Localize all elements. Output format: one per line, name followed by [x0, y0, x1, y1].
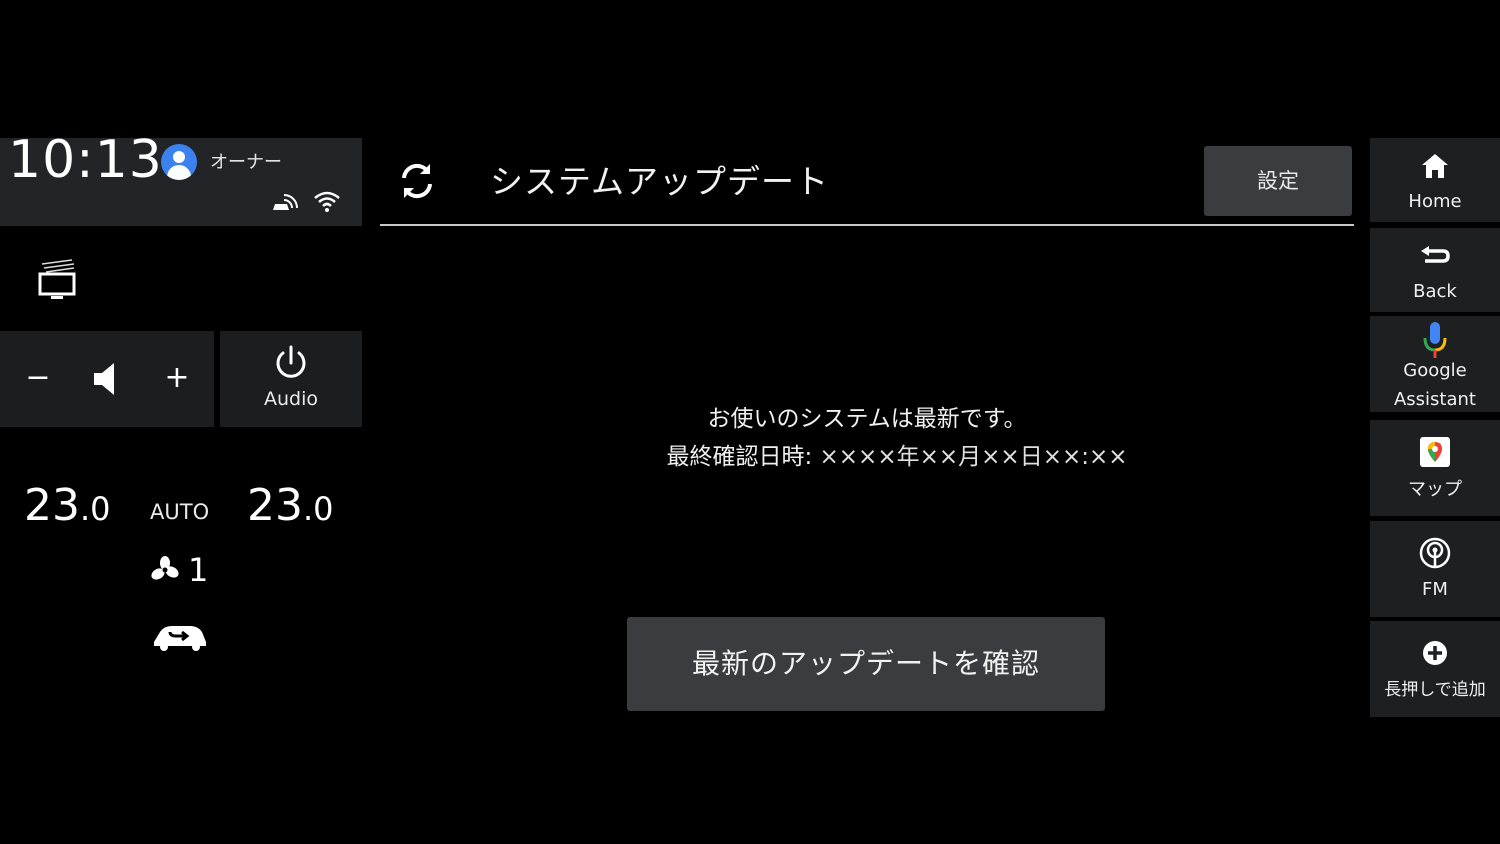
volume-down-button[interactable]: − — [18, 358, 58, 398]
car-connection-icon — [273, 194, 298, 210]
climate-mode[interactable]: AUTO — [150, 500, 209, 524]
audio-label: Audio — [263, 388, 318, 410]
passenger-temp-dec: .0 — [303, 490, 334, 528]
speaker-icon — [94, 363, 114, 395]
passenger-temp-int: 23 — [247, 480, 303, 531]
wifi-icon — [314, 191, 340, 212]
driver-temp-int: 23 — [24, 480, 80, 531]
volume-up-button[interactable]: + — [157, 358, 197, 398]
nav-fm-label: FM — [1422, 579, 1448, 600]
fan-level[interactable]: 1 — [188, 548, 208, 592]
header-divider — [380, 224, 1354, 226]
nav-add-label: 長押しで追加 — [1384, 680, 1486, 700]
nav-home-button[interactable]: Home — [1370, 138, 1500, 222]
fan-icon — [151, 556, 179, 580]
screen-off-icon[interactable] — [36, 258, 78, 300]
nav-assistant-label-2: Assistant — [1393, 389, 1476, 410]
radio-icon — [1419, 537, 1451, 569]
nav-google-assistant-button[interactable]: Google Assistant — [1370, 316, 1500, 412]
nav-back-button[interactable]: Back — [1370, 228, 1500, 312]
microphone-icon — [1423, 322, 1447, 358]
passenger-temp[interactable]: 23.0 — [247, 478, 334, 537]
user-avatar-icon[interactable] — [161, 144, 197, 180]
nav-add-shortcut-button[interactable]: 長押しで追加 — [1370, 621, 1500, 717]
check-for-updates-button[interactable]: 最新のアップデートを確認 — [627, 617, 1105, 711]
refresh-icon — [402, 163, 432, 199]
nav-maps-label: マップ — [1408, 479, 1462, 500]
clock: 10:13 — [8, 130, 163, 190]
last-checked-line: 最終確認日時: ××××年××月××日××:×× — [380, 440, 1414, 474]
nav-fm-button[interactable]: FM — [1370, 521, 1500, 617]
power-icon — [276, 345, 306, 378]
nav-back-label: Back — [1413, 281, 1457, 302]
driver-temp[interactable]: 23.0 — [24, 478, 111, 537]
nav-maps-button[interactable]: マップ — [1370, 420, 1500, 516]
update-status-message: お使いのシステムは最新です。 — [707, 406, 1027, 432]
nav-home-label: Home — [1408, 191, 1462, 212]
last-checked-value: ××××年××月××日××:×× — [819, 444, 1128, 470]
home-icon — [1422, 154, 1448, 178]
page-title: システムアップデート — [490, 162, 830, 201]
add-circle-icon — [1423, 641, 1447, 665]
nav-assistant-label-1: Google — [1403, 360, 1467, 381]
driver-temp-dec: .0 — [80, 490, 111, 528]
last-checked-label: 最終確認日時: — [666, 444, 813, 470]
back-icon — [1421, 246, 1450, 263]
recirculation-icon[interactable] — [150, 620, 210, 652]
settings-button[interactable]: 設定 — [1204, 146, 1352, 216]
user-name[interactable]: オーナー — [210, 148, 282, 174]
google-maps-icon — [1420, 437, 1450, 467]
